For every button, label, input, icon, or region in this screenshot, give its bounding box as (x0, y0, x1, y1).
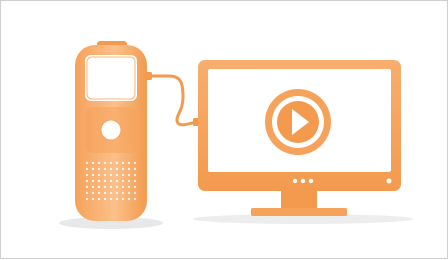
voice-recorder-icon (75, 41, 147, 221)
usb-cable-icon (142, 72, 203, 127)
recorder-to-monitor-illustration (59, 41, 413, 229)
play-icon[interactable] (265, 89, 331, 155)
illustration-frame (0, 0, 448, 259)
